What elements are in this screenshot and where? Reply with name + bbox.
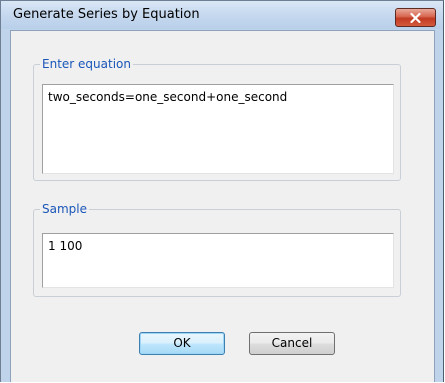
sample-group: Sample 1 100: [33, 202, 401, 297]
dialog-title: Generate Series by Equation: [13, 7, 200, 22]
sample-input[interactable]: 1 100: [42, 233, 394, 288]
close-button[interactable]: [395, 8, 436, 27]
enter-equation-group: Enter equation two_seconds=one_second+on…: [33, 57, 401, 181]
sample-label: Sample: [40, 202, 89, 216]
close-icon: [410, 12, 421, 23]
ok-button[interactable]: OK: [139, 332, 225, 355]
title-bar[interactable]: Generate Series by Equation: [1, 1, 443, 29]
equation-input[interactable]: two_seconds=one_second+one_second: [42, 84, 394, 174]
enter-equation-label: Enter equation: [40, 57, 133, 71]
cancel-button[interactable]: Cancel: [249, 332, 335, 355]
dialog-body: Enter equation two_seconds=one_second+on…: [10, 30, 435, 382]
generate-series-dialog: Generate Series by Equation Enter equati…: [0, 0, 444, 382]
